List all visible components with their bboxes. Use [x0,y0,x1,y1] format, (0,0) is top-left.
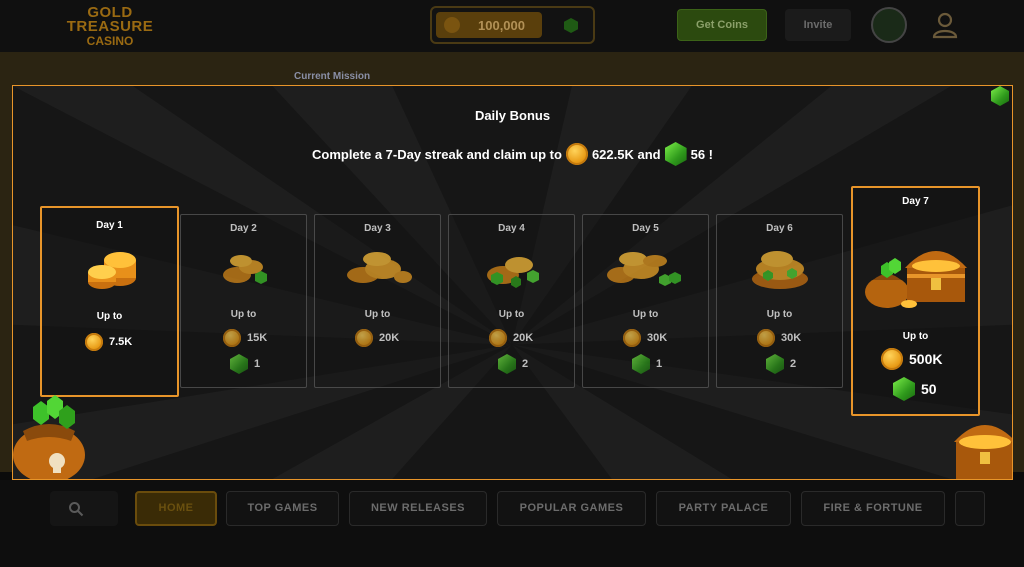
coin-gem-pile-icon [752,251,808,289]
gem-reward: 2 [498,354,528,374]
day-label: Day 4 [498,223,525,234]
upto-label: Up to [96,311,123,322]
day-label: Day 2 [230,223,257,234]
current-mission-label: Current Mission [294,71,371,82]
gem-icon [632,354,650,374]
gem-icon [230,354,248,374]
gem-icon [498,354,516,374]
day-card-7[interactable]: Day 7 Up to 500K 50 [851,186,980,416]
coin-icon [489,329,507,347]
gem-pouch-icon [13,395,85,479]
casino-logo[interactable]: GOLD TREASURE CASINO [50,4,170,48]
coin-reward-value: 30K [647,332,668,344]
coin-stack-icon [88,252,136,289]
gem-icon [893,377,915,401]
coin-reward-value: 15K [247,332,268,344]
day-card-1[interactable]: Day 1 Up to 7.5K [40,206,179,397]
tab-more[interactable] [955,491,985,526]
upto-label: Up to [902,331,929,342]
user-profile-icon[interactable] [930,10,960,40]
avatar[interactable] [871,7,907,43]
tab-party-palace[interactable]: PARTY PALACE [656,491,791,526]
coin-icon [223,329,241,347]
coin-reward: 30K [623,329,667,347]
summary-text: Complete a 7-Day streak and claim up to [311,146,562,162]
coin-reward: 15K [223,329,267,347]
day-card-6[interactable]: Day 6 Up to 30K 2 [716,214,843,388]
day-label: Day 7 [902,196,929,207]
treasure-chest-icon [954,425,1012,479]
coin-icon [565,143,588,165]
coin-reward-value: 500K [909,351,943,367]
coin-pile-icon [347,252,412,283]
gem-reward-value: 2 [522,358,529,370]
coin-reward-value: 20K [513,332,534,344]
coin-pile-icon [223,255,267,284]
coin-reward: 500K [881,348,942,370]
gem-icon [766,354,784,374]
day-label: Day 6 [766,223,793,234]
casino-page: GOLD TREASURE CASINO 100,000 Get Coins I… [0,0,1024,567]
coin-reward-value: 30K [781,332,802,344]
coin-reward-value: 20K [379,332,400,344]
balance-widget[interactable]: 100,000 [430,6,595,44]
day-card-4[interactable]: Day 4 Up to 20K 2 [448,214,575,388]
tab-popular-games[interactable]: POPULAR GAMES [497,491,646,526]
modal-title: Daily Bonus [474,108,551,123]
gem-reward: 1 [632,354,662,374]
search-button[interactable] [50,491,118,526]
gem-reward-value: 1 [254,358,261,370]
day-label: Day 5 [632,223,659,234]
coin-icon [623,329,641,347]
logo-line-2: CASINO [86,34,134,48]
gem-reward: 2 [766,354,796,374]
coin-icon [355,329,373,347]
upto-label: Up to [632,309,659,320]
daily-bonus-modal: Daily Bonus Complete a 7-Day streak and … [12,85,1013,480]
coin-reward: 30K [757,329,801,347]
coin-icon [444,17,460,33]
gem-reward: 50 [893,377,937,401]
coin-gem-pile-icon [487,257,539,288]
summary-gems: 56 ! [690,146,714,162]
coin-reward: 7.5K [85,333,132,351]
tab-new-releases[interactable]: NEW RELEASES [349,491,487,526]
upto-label: Up to [230,309,257,320]
summary-coins: 622.5K and [591,146,661,162]
coin-balance-value: 100,000 [478,18,525,33]
coin-reward-value: 7.5K [109,336,133,348]
gem-reward-value: 2 [790,358,797,370]
coin-icon [85,333,103,351]
gem-icon [664,142,687,166]
coin-balance: 100,000 [436,12,542,38]
tab-top-games[interactable]: TOP GAMES [226,491,339,526]
get-coins-button[interactable]: Get Coins [677,9,767,41]
search-icon [69,502,84,517]
tab-fire-fortune[interactable]: FIRE & FORTUNE [801,491,945,526]
gem-reward-value: 50 [921,381,937,397]
upto-label: Up to [498,309,525,320]
day-label: Day 1 [96,220,123,231]
upto-label: Up to [766,309,793,320]
tab-home[interactable]: HOME [135,491,217,526]
streak-summary: Complete a 7-Day streak and claim up to … [13,142,1012,166]
treasure-chest-icon [865,251,967,308]
gem-reward-value: 1 [656,358,663,370]
coin-gem-pile-icon [607,252,681,286]
day-card-5[interactable]: Day 5 Up to 30K 1 [582,214,709,388]
gem-icon [564,18,578,33]
day-card-3[interactable]: Day 3 Up to 20K [314,214,441,388]
day-card-2[interactable]: Day 2 Up to 15K 1 [180,214,307,388]
upto-label: Up to [364,309,391,320]
logo-line-1: GOLD TREASURE [66,4,154,35]
day-label: Day 3 [364,223,391,234]
top-bar: GOLD TREASURE CASINO 100,000 Get Coins I… [0,0,1024,52]
coin-icon [757,329,775,347]
invite-button[interactable]: Invite [785,9,851,41]
gem-reward: 1 [230,354,260,374]
coin-icon [881,348,903,370]
coin-reward: 20K [355,329,399,347]
coin-reward: 20K [489,329,533,347]
